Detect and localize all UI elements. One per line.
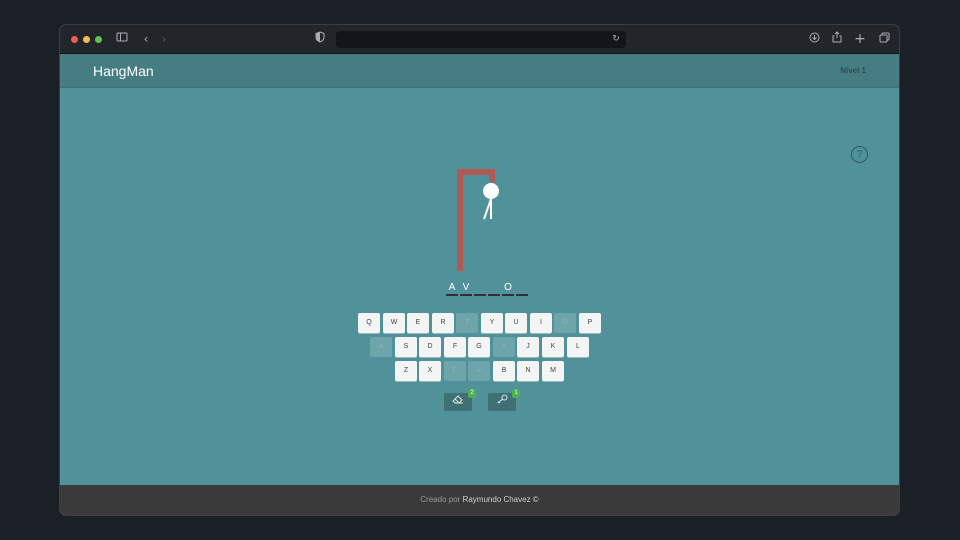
key-l[interactable]: L [567, 337, 589, 357]
letter-slot: A [446, 282, 458, 296]
key-u[interactable]: U [505, 313, 527, 333]
key-a: A [370, 337, 392, 357]
key-o: O [554, 313, 576, 333]
letter-slot [516, 282, 528, 296]
key-m[interactable]: M [542, 361, 564, 381]
key-k[interactable]: K [542, 337, 564, 357]
footer-author: Raymundo Chavez © [462, 495, 539, 504]
word-display: A V O [446, 282, 528, 296]
eraser-icon [452, 395, 464, 407]
key-y[interactable]: Y [481, 313, 503, 333]
key-f[interactable]: F [444, 337, 466, 357]
browser-window: ‹ › ↻ + HangMan Nivel 1 ? A V O Q W E R … [59, 24, 900, 516]
key-n[interactable]: N [517, 361, 539, 381]
footer: Creado por Raymundo Chavez © [60, 485, 899, 515]
key-q[interactable]: Q [358, 313, 380, 333]
letter-slot: V [460, 282, 472, 296]
key-s[interactable]: S [395, 337, 417, 357]
key-t: T [456, 313, 478, 333]
footer-prefix: Creado por [420, 495, 461, 504]
letter-slot [488, 282, 500, 296]
key-g[interactable]: G [468, 337, 490, 357]
key-icon [496, 394, 508, 407]
key-c: C [444, 361, 466, 381]
key-d[interactable]: D [419, 337, 441, 357]
key-hint-button[interactable]: 1 [488, 389, 520, 411]
key-j[interactable]: J [517, 337, 539, 357]
hangman-left-leg [483, 198, 492, 220]
key-e[interactable]: E [407, 313, 429, 333]
key-w[interactable]: W [383, 313, 405, 333]
letter-slot [474, 282, 486, 296]
gallows-rope [489, 169, 495, 182]
key-h: H [493, 337, 515, 357]
key-p[interactable]: P [579, 313, 601, 333]
key-r[interactable]: R [432, 313, 454, 333]
key-hint-count: 1 [512, 389, 520, 398]
hangman-drawing [457, 169, 499, 271]
key-b[interactable]: B [493, 361, 515, 381]
gallows-post [457, 169, 463, 271]
key-x[interactable]: X [419, 361, 441, 381]
key-z[interactable]: Z [395, 361, 417, 381]
eraser-hint-count: 2 [468, 389, 476, 398]
key-v: V [468, 361, 490, 381]
letter-slot: O [502, 282, 514, 296]
key-i[interactable]: I [530, 313, 552, 333]
eraser-hint-button[interactable]: 2 [444, 389, 476, 411]
hangman-head [483, 183, 499, 199]
